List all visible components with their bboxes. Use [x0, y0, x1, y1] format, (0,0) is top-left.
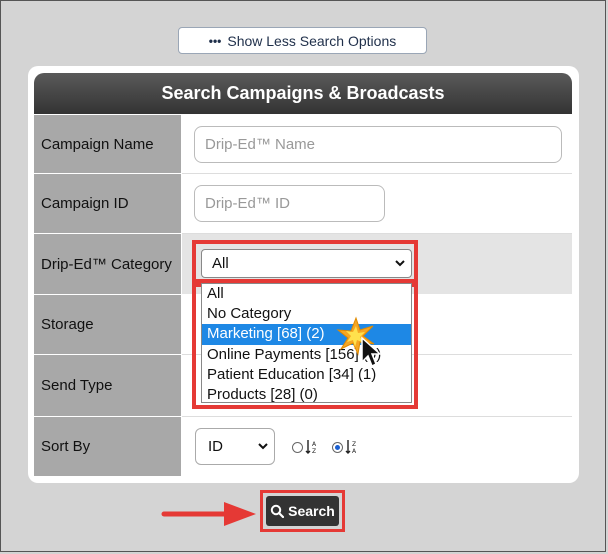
mouse-pointer-icon — [361, 336, 382, 368]
search-button-label: Search — [288, 503, 335, 519]
storage-label: Storage — [34, 295, 182, 354]
campaign-name-input[interactable]: Drip-Ed™ Name — [194, 126, 562, 163]
svg-text:A: A — [312, 441, 317, 448]
svg-text:A: A — [352, 448, 357, 455]
search-icon — [270, 504, 285, 518]
chevron-down-icon — [258, 443, 268, 450]
campaign-id-label: Campaign ID — [34, 174, 182, 233]
sort-ascending-radio[interactable] — [292, 442, 303, 453]
category-option-products[interactable]: Products [28] (0) — [202, 385, 411, 405]
ellipsis-icon: ••• — [208, 33, 222, 48]
category-option-all[interactable]: All — [202, 284, 411, 304]
row-sort-by: Sort By — [34, 417, 572, 476]
sort-descending-icon: Z A — [345, 440, 357, 455]
toggle-search-options-label: Show Less Search Options — [227, 32, 397, 49]
sort-by-label: Sort By — [34, 417, 182, 476]
chevron-down-icon — [395, 260, 405, 267]
campaign-id-input[interactable]: Drip-Ed™ ID — [194, 185, 385, 222]
panel-title: Search Campaigns & Broadcasts — [34, 73, 572, 114]
toggle-search-options-button[interactable]: ••• Show Less Search Options — [178, 27, 427, 54]
category-label: Drip-Ed™ Category — [34, 234, 182, 294]
category-select[interactable]: All — [201, 249, 412, 278]
sort-by-select[interactable]: ID — [195, 428, 275, 465]
search-button[interactable]: Search — [266, 496, 339, 526]
sort-ascending-icon: A Z — [305, 440, 317, 455]
arrow-right-icon — [161, 502, 256, 526]
sort-descending-radio[interactable] — [332, 442, 343, 453]
svg-text:Z: Z — [352, 441, 356, 448]
send-type-label: Send Type — [34, 355, 182, 416]
campaign-name-label: Campaign Name — [34, 115, 182, 173]
svg-text:Z: Z — [312, 448, 316, 455]
category-option-no-category[interactable]: No Category — [202, 304, 411, 324]
category-selected-value: All — [212, 255, 229, 272]
sort-by-selected-value: ID — [208, 438, 223, 455]
